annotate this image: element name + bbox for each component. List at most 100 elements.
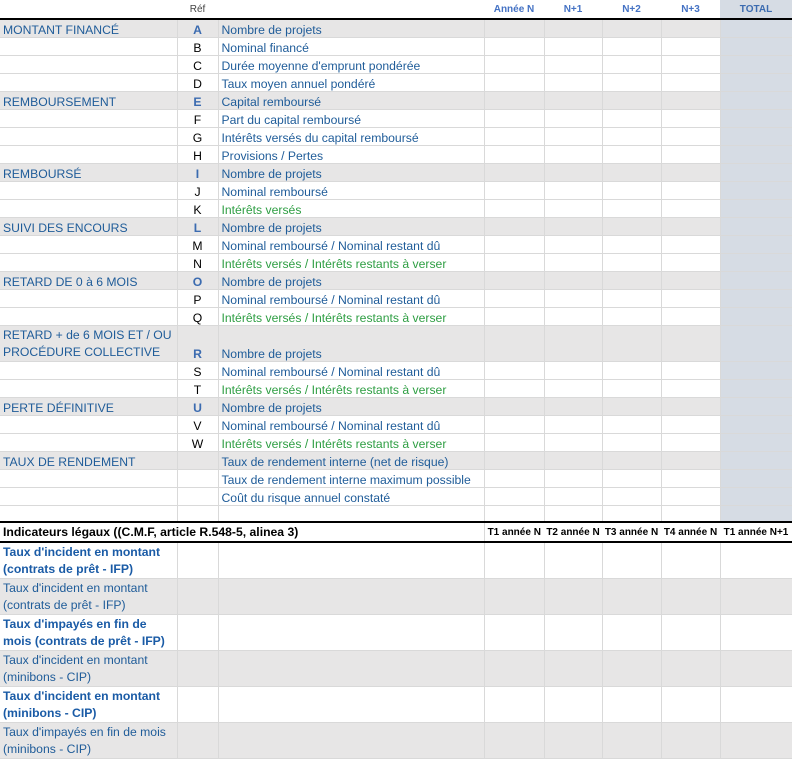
total-cell[interactable]: [720, 307, 792, 326]
total-cell[interactable]: [720, 91, 792, 110]
value-cell[interactable]: [484, 181, 545, 200]
value-cell[interactable]: [661, 543, 721, 579]
total-cell[interactable]: [720, 73, 792, 92]
total-cell[interactable]: [720, 55, 792, 74]
total-cell[interactable]: [720, 289, 792, 308]
value-cell[interactable]: [720, 578, 792, 615]
value-cell[interactable]: [602, 379, 662, 398]
value-cell[interactable]: [484, 55, 545, 74]
value-cell[interactable]: [602, 253, 662, 272]
value-cell[interactable]: [661, 199, 721, 218]
value-cell[interactable]: [602, 127, 662, 146]
value-cell[interactable]: [661, 397, 721, 416]
value-cell[interactable]: [661, 271, 721, 290]
value-cell[interactable]: [602, 91, 662, 110]
value-cell[interactable]: [544, 20, 603, 38]
value-cell[interactable]: [661, 325, 721, 362]
value-cell[interactable]: [484, 469, 545, 488]
value-cell[interactable]: [484, 37, 545, 56]
value-cell[interactable]: [720, 722, 792, 759]
value-cell[interactable]: [484, 614, 545, 651]
value-cell[interactable]: [661, 361, 721, 380]
value-cell[interactable]: [602, 199, 662, 218]
value-cell[interactable]: [661, 109, 721, 128]
value-cell[interactable]: [602, 650, 662, 687]
total-cell[interactable]: [720, 361, 792, 380]
value-cell[interactable]: [484, 307, 545, 326]
value-cell[interactable]: [484, 91, 545, 110]
value-cell[interactable]: [602, 289, 662, 308]
value-cell[interactable]: [544, 253, 603, 272]
total-cell[interactable]: [720, 451, 792, 470]
value-cell[interactable]: [544, 271, 603, 290]
value-cell[interactable]: [544, 163, 603, 182]
value-cell[interactable]: [720, 686, 792, 723]
value-cell[interactable]: [544, 73, 603, 92]
total-cell[interactable]: [720, 145, 792, 164]
value-cell[interactable]: [602, 543, 662, 579]
value-cell[interactable]: [602, 73, 662, 92]
total-cell[interactable]: [720, 20, 792, 38]
value-cell[interactable]: [661, 235, 721, 254]
value-cell[interactable]: [661, 181, 721, 200]
value-cell[interactable]: [544, 415, 603, 434]
value-cell[interactable]: [661, 379, 721, 398]
value-cell[interactable]: [602, 578, 662, 615]
value-cell[interactable]: [602, 20, 662, 38]
value-cell[interactable]: [544, 451, 603, 470]
value-cell[interactable]: [544, 307, 603, 326]
value-cell[interactable]: [661, 145, 721, 164]
value-cell[interactable]: [661, 127, 721, 146]
value-cell[interactable]: [661, 163, 721, 182]
value-cell[interactable]: [484, 271, 545, 290]
value-cell[interactable]: [484, 433, 545, 452]
total-cell[interactable]: [720, 325, 792, 362]
value-cell[interactable]: [544, 469, 603, 488]
value-cell[interactable]: [484, 487, 545, 506]
value-cell[interactable]: [544, 145, 603, 164]
value-cell[interactable]: [602, 37, 662, 56]
value-cell[interactable]: [544, 578, 603, 615]
total-cell[interactable]: [720, 235, 792, 254]
value-cell[interactable]: [602, 217, 662, 236]
value-cell[interactable]: [602, 271, 662, 290]
value-cell[interactable]: [661, 289, 721, 308]
total-cell[interactable]: [720, 199, 792, 218]
value-cell[interactable]: [544, 55, 603, 74]
value-cell[interactable]: [544, 361, 603, 380]
value-cell[interactable]: [661, 433, 721, 452]
value-cell[interactable]: [602, 235, 662, 254]
value-cell[interactable]: [602, 307, 662, 326]
value-cell[interactable]: [484, 253, 545, 272]
value-cell[interactable]: [602, 487, 662, 506]
value-cell[interactable]: [544, 109, 603, 128]
value-cell[interactable]: [602, 686, 662, 723]
value-cell[interactable]: [602, 109, 662, 128]
value-cell[interactable]: [661, 614, 721, 651]
value-cell[interactable]: [484, 145, 545, 164]
value-cell[interactable]: [484, 578, 545, 615]
value-cell[interactable]: [661, 415, 721, 434]
value-cell[interactable]: [720, 614, 792, 651]
value-cell[interactable]: [602, 181, 662, 200]
value-cell[interactable]: [544, 722, 603, 759]
total-cell[interactable]: [720, 433, 792, 452]
value-cell[interactable]: [544, 379, 603, 398]
value-cell[interactable]: [544, 37, 603, 56]
value-cell[interactable]: [484, 109, 545, 128]
value-cell[interactable]: [661, 451, 721, 470]
value-cell[interactable]: [661, 307, 721, 326]
value-cell[interactable]: [484, 127, 545, 146]
total-cell[interactable]: [720, 379, 792, 398]
value-cell[interactable]: [484, 235, 545, 254]
value-cell[interactable]: [484, 289, 545, 308]
total-cell[interactable]: [720, 469, 792, 488]
value-cell[interactable]: [602, 163, 662, 182]
value-cell[interactable]: [602, 451, 662, 470]
value-cell[interactable]: [661, 722, 721, 759]
total-cell[interactable]: [720, 217, 792, 236]
value-cell[interactable]: [602, 325, 662, 362]
value-cell[interactable]: [484, 217, 545, 236]
total-cell[interactable]: [720, 253, 792, 272]
value-cell[interactable]: [661, 91, 721, 110]
